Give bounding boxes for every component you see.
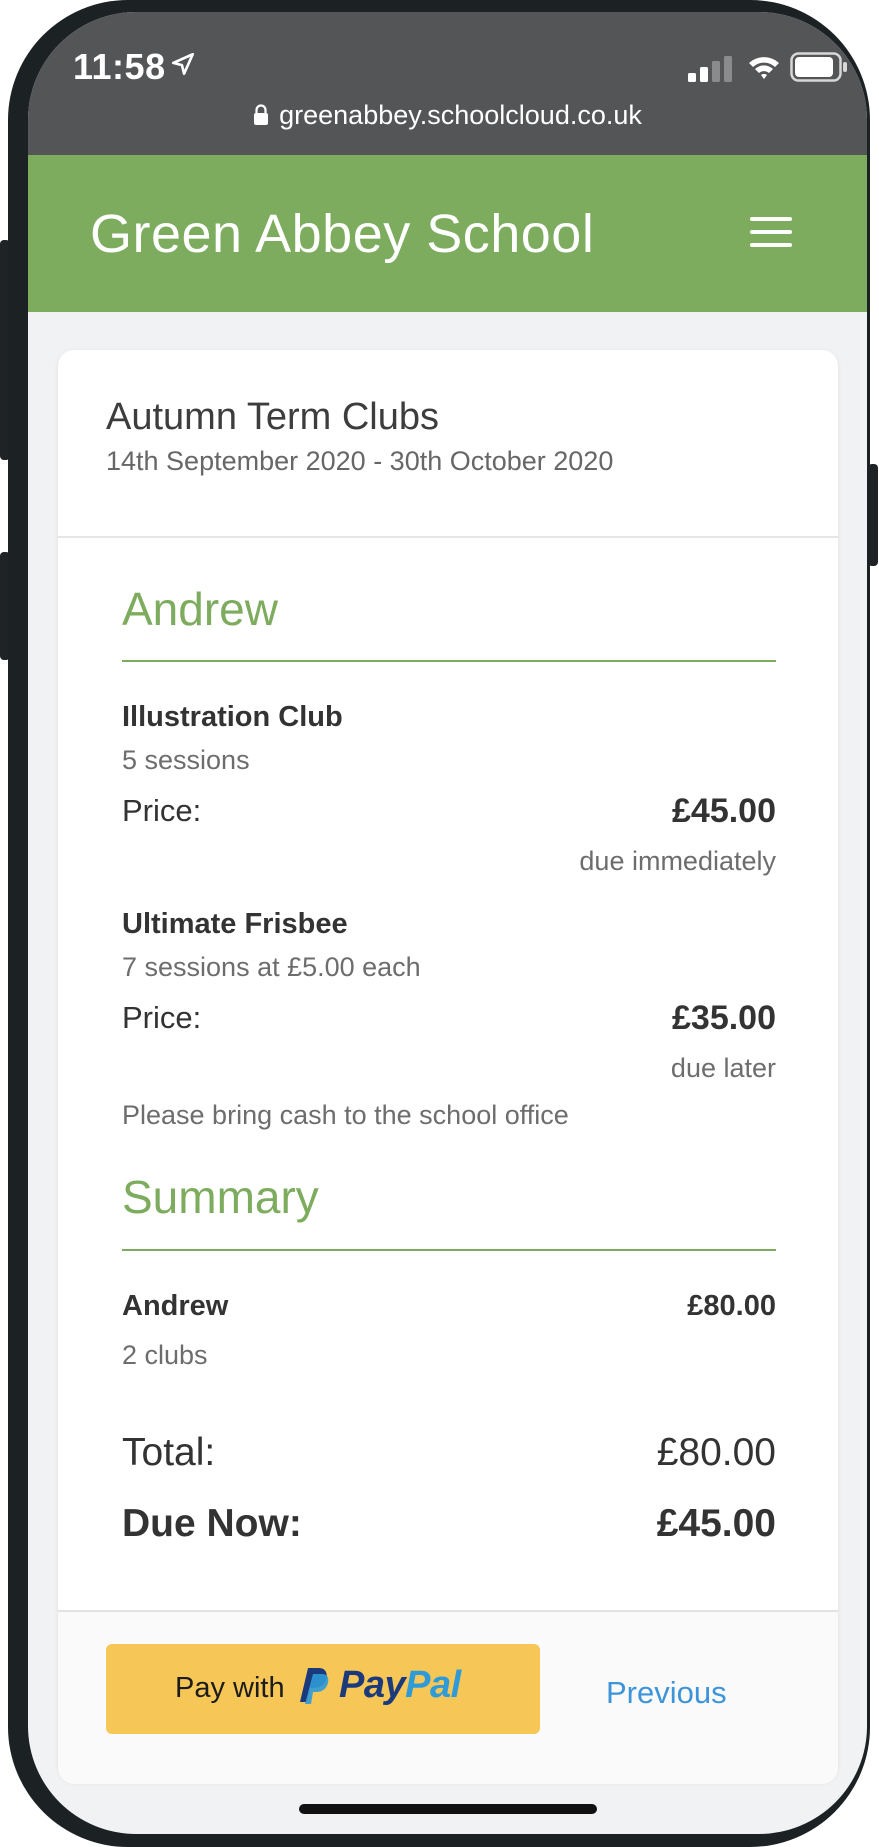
address-bar[interactable]: greenabbey.schoolcloud.co.uk [28, 100, 867, 140]
due-now-label: Due Now: [122, 1502, 302, 1545]
hamburger-menu-icon[interactable] [750, 217, 792, 249]
summary-student-amount: £80.00 [687, 1290, 776, 1322]
due-now-value: £45.00 [656, 1502, 776, 1545]
club-sessions: 5 sessions [122, 745, 250, 775]
student-heading-rule [122, 660, 776, 662]
price-label: Price: [122, 793, 202, 828]
club-price: £35.00 [672, 999, 776, 1037]
status-time: 11:58 [73, 46, 166, 87]
pay-with-paypal-button[interactable]: Pay with PayPal [106, 1644, 540, 1734]
booking-card: Autumn Term Clubs 14th September 2020 - … [58, 350, 838, 1784]
club-name: Ultimate Frisbee [122, 908, 348, 940]
price-due-note: due immediately [579, 846, 776, 876]
pay-with-label: Pay with [175, 1672, 285, 1704]
battery-icon [790, 52, 847, 82]
paypal-wordmark: PayPal [339, 1664, 461, 1706]
cell-signal-icon [688, 56, 732, 82]
price-label: Price: [122, 1000, 202, 1035]
phone-frame: 11:58 greenabbey.schoolcloud.co.uk Green… [0, 0, 879, 1847]
summary-club-count: 2 clubs [122, 1340, 208, 1370]
school-name: Green Abbey School [90, 204, 595, 264]
site-header: Green Abbey School [28, 155, 867, 312]
card-footer: Pay with PayPal Previous [58, 1610, 838, 1784]
paypal-logo-icon [300, 1668, 329, 1704]
summary-student-name: Andrew [122, 1290, 229, 1322]
event-dates: 14th September 2020 - 30th October 2020 [106, 446, 614, 476]
event-title: Autumn Term Clubs [106, 396, 439, 438]
student-heading: Andrew [122, 583, 278, 635]
total-value: £80.00 [656, 1431, 776, 1474]
wifi-icon [749, 57, 779, 79]
club-sessions: 7 sessions at £5.00 each [122, 952, 421, 982]
screen: 11:58 greenabbey.schoolcloud.co.uk Green… [28, 12, 867, 1834]
total-label: Total: [122, 1431, 216, 1474]
phone-body: 11:58 greenabbey.schoolcloud.co.uk Green… [8, 0, 870, 1847]
location-arrow-icon [171, 52, 195, 76]
divider [58, 536, 838, 538]
club-price: £45.00 [672, 792, 776, 830]
club-name: Illustration Club [122, 701, 343, 733]
summary-heading: Summary [122, 1171, 319, 1223]
price-due-note: due later [670, 1053, 776, 1083]
status-bar: 11:58 greenabbey.schoolcloud.co.uk [28, 12, 867, 155]
summary-heading-rule [122, 1249, 776, 1251]
page-url: greenabbey.schoolcloud.co.uk [279, 100, 642, 130]
payment-instruction: Please bring cash to the school office [122, 1100, 569, 1130]
previous-link[interactable]: Previous [606, 1675, 727, 1711]
lock-icon [254, 104, 269, 125]
home-indicator[interactable] [299, 1804, 597, 1814]
